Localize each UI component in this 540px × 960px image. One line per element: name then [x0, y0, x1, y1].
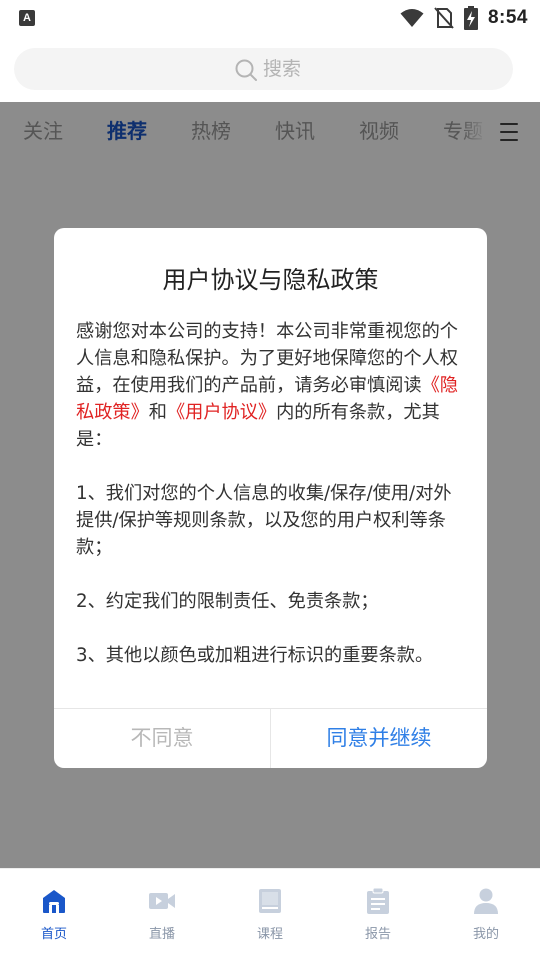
- status-bar: A 8:54: [0, 0, 540, 36]
- status-time: 8:54: [487, 7, 528, 28]
- search-icon: [235, 59, 257, 81]
- nav-label-courses: 课程: [256, 927, 283, 942]
- wifi-icon: [400, 9, 424, 27]
- search-input[interactable]: 搜索: [14, 48, 513, 90]
- clause-3: 3、其他以颜色或加粗进行标识的重要条款。: [76, 645, 434, 666]
- disagree-button[interactable]: 不同意: [54, 709, 270, 768]
- nav-label-reports: 报告: [364, 927, 391, 942]
- app-notification-icon: A: [19, 10, 35, 26]
- user-icon: [474, 888, 498, 914]
- privacy-agreement-dialog: 用户协议与隐私政策 感谢您对本公司的支持！本公司非常重视您的个人信息和隐私保护。…: [54, 228, 487, 768]
- home-icon: [43, 890, 65, 913]
- nav-label-live: 直播: [148, 927, 175, 942]
- report-clipboard-icon: [367, 887, 389, 914]
- intro-conjunction: 和: [148, 402, 167, 423]
- search-placeholder: 搜索: [263, 58, 302, 80]
- dialog-title: 用户协议与隐私政策: [162, 266, 379, 294]
- video-camera-icon: [149, 893, 175, 909]
- nav-label-home: 首页: [40, 927, 67, 942]
- intro-text: 感谢您对本公司的支持！本公司非常重视您的个人信息和隐私保护。为了更好地保障您的个…: [76, 321, 458, 396]
- user-agreement-link[interactable]: 《用户协议》: [167, 402, 276, 423]
- bottom-nav: 首页 直播 课程 报告 我的: [0, 868, 540, 960]
- book-icon: [259, 889, 281, 913]
- nav-home[interactable]: 首页: [0, 869, 108, 960]
- status-icons: 8:54: [400, 6, 528, 30]
- no-sim-icon: [434, 7, 454, 29]
- nav-profile[interactable]: 我的: [432, 869, 540, 960]
- clause-2: 2、约定我们的限制责任、免责条款；: [76, 591, 379, 612]
- search-area: 搜索: [0, 36, 540, 102]
- agree-continue-button[interactable]: 同意并继续: [271, 709, 487, 768]
- battery-charging-icon: [463, 6, 478, 30]
- dialog-intro: 感谢您对本公司的支持！本公司非常重视您的个人信息和隐私保护。为了更好地保障您的个…: [76, 318, 468, 453]
- nav-reports[interactable]: 报告: [324, 869, 432, 960]
- clause-1: 1、我们对您的个人信息的收集/保存/使用/对外提供/保护等规则条款，以及您的用户…: [76, 483, 452, 558]
- nav-courses[interactable]: 课程: [216, 869, 324, 960]
- nav-live[interactable]: 直播: [108, 869, 216, 960]
- dialog-body: 感谢您对本公司的支持！本公司非常重视您的个人信息和隐私保护。为了更好地保障您的个…: [76, 318, 468, 696]
- nav-label-profile: 我的: [472, 927, 499, 942]
